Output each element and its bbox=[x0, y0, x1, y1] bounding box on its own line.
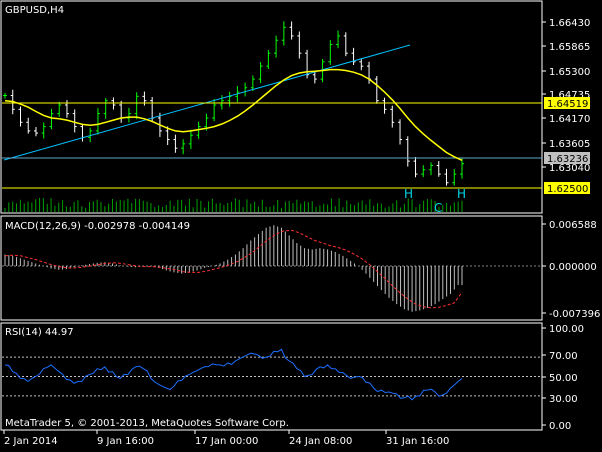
rsi-axis: 100.00 70.00 50.00 30.00 0.00 bbox=[542, 324, 584, 432]
price-label: 1.66430 bbox=[549, 18, 590, 29]
pattern-label-head-left: H bbox=[404, 187, 413, 201]
price-label: 1.64170 bbox=[549, 114, 590, 125]
price-pane[interactable]: GBPUSD,H4 H C H bbox=[0, 0, 543, 215]
price-label: 1.63605 bbox=[549, 139, 590, 150]
time-label: 31 Jan 16:00 bbox=[386, 436, 449, 447]
macd-pane[interactable]: MACD(12,26,9) -0.002978 -0.004149 bbox=[0, 215, 543, 321]
macd-axis: 0.006588 0.000000 -0.007396 bbox=[542, 220, 600, 320]
price-label: 1.65865 bbox=[549, 42, 590, 53]
price-pane-frame bbox=[0, 0, 543, 214]
price-tag-current: 1.63236 bbox=[547, 154, 588, 165]
macd-axis-label: -0.007396 bbox=[549, 309, 600, 320]
rsi-axis-label: 70.00 bbox=[549, 351, 578, 362]
pattern-label-center: C bbox=[434, 201, 442, 215]
price-tag-lower: 1.62500 bbox=[547, 184, 588, 195]
macd-title: MACD(12,26,9) -0.002978 -0.004149 bbox=[5, 221, 190, 232]
symbol-label: GBPUSD,H4 bbox=[5, 5, 64, 16]
chart-window[interactable]: GBPUSD,H4 H C H 1.66430 1.65865 1.65300 … bbox=[0, 0, 602, 452]
macd-axis-label: 0.006588 bbox=[549, 220, 597, 231]
rsi-axis-label: 50.00 bbox=[549, 373, 578, 384]
rsi-axis-label: 100.00 bbox=[549, 324, 584, 335]
time-label: 24 Jan 08:00 bbox=[289, 436, 352, 447]
time-label: 2 Jan 2014 bbox=[4, 436, 58, 447]
price-axis[interactable]: 1.66430 1.65865 1.65300 1.64735 1.64170 … bbox=[542, 18, 590, 195]
time-axis[interactable]: 2 Jan 2014 9 Jan 16:00 17 Jan 00:00 24 J… bbox=[3, 430, 449, 447]
rsi-title: RSI(14) 44.97 bbox=[5, 327, 74, 338]
time-label: 17 Jan 00:00 bbox=[195, 436, 258, 447]
pattern-label-head-right: H bbox=[457, 187, 466, 201]
rsi-axis-label: 0.00 bbox=[549, 421, 571, 432]
copyright-text: MetaTrader 5, © 2001-2013, MetaQuotes So… bbox=[5, 418, 289, 429]
price-label: 1.65300 bbox=[549, 67, 590, 78]
rsi-axis-label: 30.00 bbox=[549, 394, 578, 405]
price-tag-upper: 1.64519 bbox=[547, 99, 588, 110]
rsi-pane[interactable]: RSI(14) 44.97 MetaTrader 5, © 2001-2013,… bbox=[0, 322, 543, 431]
macd-axis-label: 0.000000 bbox=[549, 262, 597, 273]
time-label: 9 Jan 16:00 bbox=[97, 436, 154, 447]
